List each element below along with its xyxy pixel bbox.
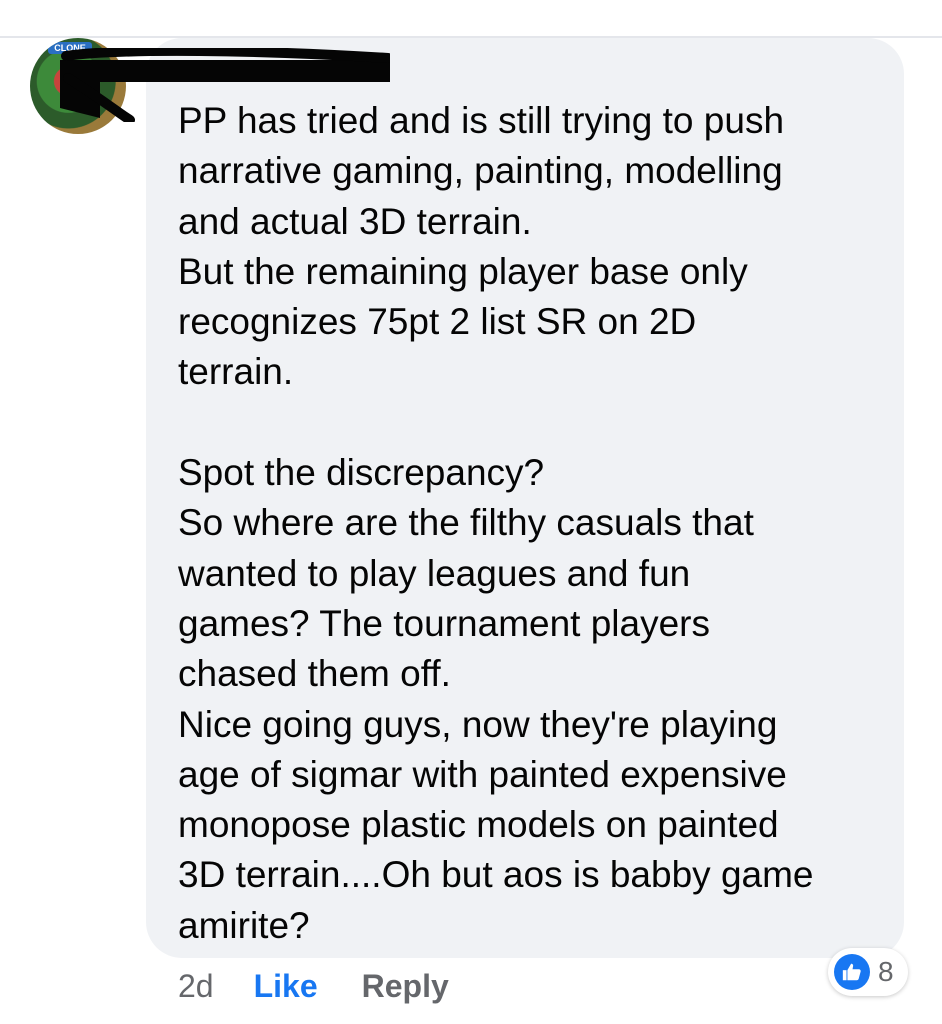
reaction-count: 8 xyxy=(878,956,894,987)
comment-text: PP has tried and is still trying to push… xyxy=(178,100,814,946)
thumbs-up-icon xyxy=(834,954,870,990)
reaction-summary[interactable]: 8 xyxy=(828,948,908,996)
like-button[interactable]: Like xyxy=(254,968,318,1005)
comment-actions: 2d Like Reply xyxy=(178,964,449,1008)
comment-screen: CLONE PP has tried and is still trying t… xyxy=(0,0,942,1024)
reply-button[interactable]: Reply xyxy=(362,968,449,1005)
comment-timestamp[interactable]: 2d xyxy=(178,968,214,1005)
